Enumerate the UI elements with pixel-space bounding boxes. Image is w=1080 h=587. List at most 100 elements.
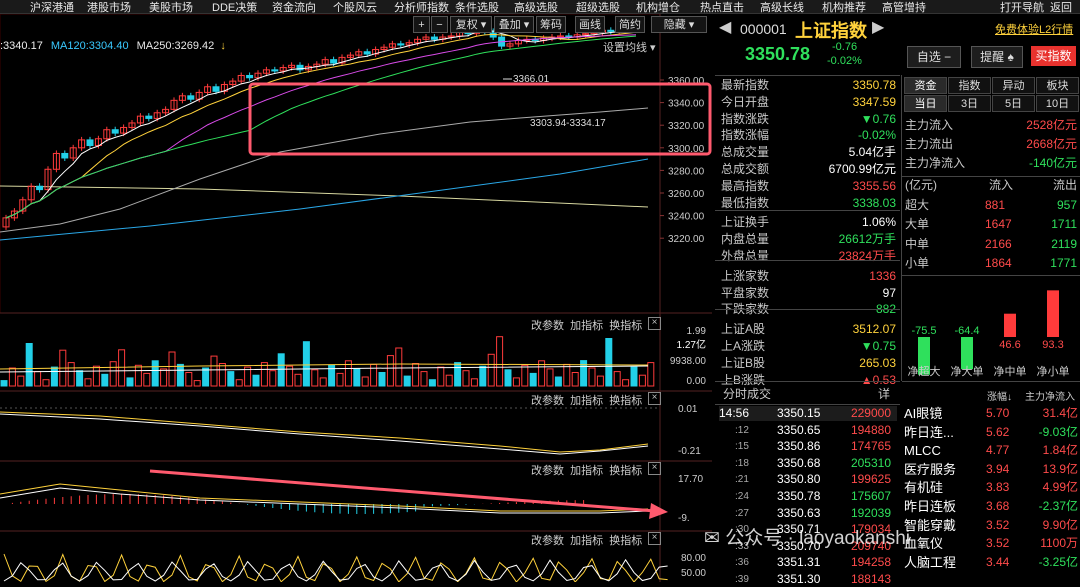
fund-tab[interactable]: 指数 xyxy=(948,77,991,94)
param-button[interactable]: 改参数 xyxy=(531,395,564,407)
fund-tab[interactable]: 资金 xyxy=(904,77,947,94)
trade-row[interactable]: :21 3350.80 199625 xyxy=(719,472,897,487)
menu-item[interactable]: 返回 xyxy=(1050,0,1072,15)
candlestick xyxy=(36,185,44,191)
ma250-label: MA250:3269.42 xyxy=(136,40,215,52)
sector-row[interactable]: MLCC 4.77 1.84亿 xyxy=(904,443,1078,458)
menu-item[interactable]: 高级长线 xyxy=(760,0,804,15)
sector-row[interactable]: 昨日连板 3.68 -2.37亿 xyxy=(904,499,1078,514)
switch-indicator-button[interactable]: 换指标 xyxy=(609,465,642,477)
simple-button[interactable]: 简约 xyxy=(615,16,645,33)
main-chart-frame xyxy=(0,13,661,314)
trade-row[interactable]: :18 3350.68 205310 xyxy=(719,456,897,471)
sector-row[interactable]: 人脑工程 3.44 -3.25亿 xyxy=(904,555,1078,570)
sector-row[interactable]: 有机硅 3.83 4.99亿 xyxy=(904,480,1078,495)
p3-tick-label: 17.70 xyxy=(678,474,703,485)
trade-row[interactable]: :24 3350.78 175607 xyxy=(719,489,897,504)
period-tab[interactable]: 3日 xyxy=(948,95,991,112)
period-tab[interactable]: 10日 xyxy=(1036,95,1079,112)
close-icon[interactable]: × xyxy=(648,317,661,330)
menu-item[interactable]: 机构推荐 xyxy=(822,0,866,15)
stat-value: 23824万手 xyxy=(838,249,896,263)
ma-settings-button[interactable]: 设置均线 ▾ xyxy=(603,39,656,55)
kline-chart-area[interactable]: 3360.00 3340.00 3320.00 3300.00 3280.00 3260.… xyxy=(0,13,712,583)
switch-indicator-button[interactable]: 换指标 xyxy=(609,535,642,547)
p3-panel-buttons: 改参数 加指标 换指标 xyxy=(531,462,642,478)
sort-pct-header[interactable]: 涨幅↓ xyxy=(987,388,1012,403)
back-arrow-icon[interactable]: ◀ xyxy=(719,17,731,37)
flow-in-value: 2166 xyxy=(985,236,1012,251)
menu-item[interactable]: 打开导航 xyxy=(1000,0,1044,15)
menu-item[interactable]: 机构增仓 xyxy=(636,0,680,15)
menu-item[interactable]: 港股市场 xyxy=(87,0,131,15)
menu-item[interactable]: 沪深港通 xyxy=(30,0,74,15)
overlay-dropdown[interactable]: 叠加 ▾ xyxy=(494,16,534,33)
param-button[interactable]: 改参数 xyxy=(531,465,564,477)
fuquan-dropdown[interactable]: 复权 ▾ xyxy=(450,16,492,33)
trades-detail-button[interactable]: 详 xyxy=(878,385,890,402)
sector-row[interactable]: 血氧仪 3.52 1100万 xyxy=(904,536,1078,551)
close-icon[interactable]: × xyxy=(648,462,661,475)
stat-row: 最新指数 3350.78 xyxy=(721,78,896,93)
add-indicator-button[interactable]: 加指标 xyxy=(570,320,603,332)
trade-row[interactable]: :39 3351.30 188143 xyxy=(719,572,897,587)
sector-row[interactable]: 昨日连... 5.62 -9.03亿 xyxy=(904,425,1078,440)
watchlist-button[interactable]: 自选 − xyxy=(907,46,961,68)
buy-index-button[interactable]: 买指数 xyxy=(1031,46,1076,66)
menu-item[interactable]: 条件选股 xyxy=(455,0,499,15)
sector-flow: 13.9亿 xyxy=(1042,461,1078,476)
period-tab[interactable]: 5日 xyxy=(992,95,1035,112)
close-icon[interactable]: × xyxy=(648,532,661,545)
menu-item[interactable]: DDE决策 xyxy=(212,0,257,15)
sectors-list[interactable]: AI眼镜 5.70 31.4亿 昨日连... 5.62 -9.03亿 MLCC 4.77 1.8… xyxy=(902,404,1080,582)
trade-row[interactable]: :27 3350.63 192039 xyxy=(719,506,897,521)
chart-canvas[interactable]: 3360.003340.003320.003300.003280.003260.… xyxy=(0,13,712,583)
volume-bar xyxy=(336,372,344,387)
add-indicator-button[interactable]: 加指标 xyxy=(570,465,603,477)
sector-row[interactable]: 医疗服务 3.94 13.9亿 xyxy=(904,462,1078,477)
menu-item[interactable]: 个股风云 xyxy=(333,0,377,15)
macd-dif-line xyxy=(0,483,649,512)
l2-promo-link[interactable]: 免费体验L2行情 xyxy=(995,21,1073,37)
fund-tab[interactable]: 板块 xyxy=(1036,77,1079,94)
fund-tab[interactable]: 异动 xyxy=(992,77,1035,94)
menu-item[interactable]: 高级选股 xyxy=(514,0,558,15)
switch-indicator-button[interactable]: 换指标 xyxy=(609,320,642,332)
menu-item[interactable]: 分析师指数 xyxy=(394,0,449,15)
volume-bar xyxy=(353,368,361,387)
add-indicator-button[interactable]: 加指标 xyxy=(570,535,603,547)
trade-row[interactable]: :36 3351.31 194258 xyxy=(719,555,897,570)
menu-item[interactable]: 美股市场 xyxy=(149,0,193,15)
menu-item[interactable]: 高管增持 xyxy=(882,0,926,15)
param-button[interactable]: 改参数 xyxy=(531,535,564,547)
draw-line-button[interactable]: 画线 xyxy=(575,16,605,33)
switch-indicator-button[interactable]: 换指标 xyxy=(609,395,642,407)
zoom-in-button[interactable]: + xyxy=(413,16,430,33)
param-button[interactable]: 改参数 xyxy=(531,320,564,332)
forward-arrow-icon[interactable]: ▶ xyxy=(872,17,884,37)
alert-button[interactable]: 提醒 ♠ xyxy=(971,46,1023,68)
sector-flow: 9.90亿 xyxy=(1042,517,1078,532)
sector-row[interactable]: 智能穿戴 3.52 9.90亿 xyxy=(904,518,1078,533)
stat-row: 指数涨跌 ▼0.76 xyxy=(721,112,896,127)
chips-button[interactable]: 筹码 xyxy=(536,16,566,33)
ma250-line xyxy=(0,185,649,208)
hide-dropdown[interactable]: 隐藏 ▾ xyxy=(651,16,707,33)
trade-row[interactable]: 14:56 3350.15 229000 xyxy=(719,406,897,421)
sector-flow: 4.99亿 xyxy=(1042,480,1078,495)
trade-row[interactable]: :12 3350.65 194880 xyxy=(719,423,897,438)
menu-item[interactable]: 资金流向 xyxy=(272,0,316,15)
sector-row[interactable]: AI眼镜 5.70 31.4亿 xyxy=(904,406,1078,421)
net-flow-label: 净中单 xyxy=(994,364,1027,377)
trade-row[interactable]: :15 3350.86 174765 xyxy=(719,439,897,454)
period-tab[interactable]: 当日 xyxy=(904,95,947,112)
sort-flow-header[interactable]: 主力净流入 xyxy=(1025,388,1075,403)
flow-in-header: 流入 xyxy=(989,178,1014,192)
zoom-out-button[interactable]: − xyxy=(431,16,448,33)
add-indicator-button[interactable]: 加指标 xyxy=(570,395,603,407)
flow-out-value: 2119 xyxy=(1051,236,1077,251)
menu-item[interactable]: 超级选股 xyxy=(576,0,620,15)
trades-list[interactable]: 14:56 3350.15 229000 :12 3350.65 194880:15 335… xyxy=(715,404,900,586)
close-icon[interactable]: × xyxy=(648,392,661,405)
menu-item[interactable]: 热点直击 xyxy=(700,0,744,15)
